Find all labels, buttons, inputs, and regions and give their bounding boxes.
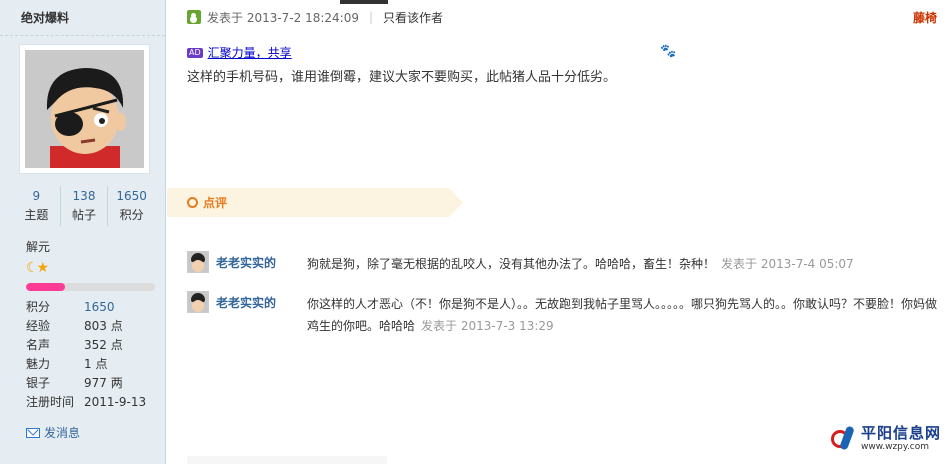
send-message-link[interactable]: 发消息 xyxy=(26,424,80,441)
info-key: 积分 xyxy=(26,300,51,314)
avatar-image xyxy=(25,50,144,168)
ad-line: AD 汇聚力量，共享 xyxy=(187,44,292,61)
rank-title: 解元 xyxy=(26,240,51,254)
info-row-charm: 魅力 1 点 xyxy=(26,355,161,374)
info-value[interactable]: 1650 xyxy=(84,298,115,317)
comment-section-label: 点评 xyxy=(203,196,228,210)
author-info-list: 积分 1650 经验 803 点 名声 352 点 魅力 1 点 银子 977 … xyxy=(26,298,161,412)
comment-time: 发表于 2013-7-3 13:29 xyxy=(421,319,554,333)
rank-progress-fill xyxy=(26,283,65,291)
separator: | xyxy=(369,10,374,24)
watermark-name: 平阳信息网 xyxy=(860,424,941,442)
info-key: 经验 xyxy=(26,319,51,333)
author-stats: 9 主题 138 帖子 1650 积分 xyxy=(13,186,155,226)
post-content: 这样的手机号码，谁用谁倒霉，建议大家不要购买，此帖猪人品十分低劣。 xyxy=(187,70,617,85)
info-row-register-date: 注册时间 2011-9-13 xyxy=(26,393,161,412)
watermark: 平阳信息网 www.wzpy.com xyxy=(829,424,941,452)
info-key: 魅力 xyxy=(26,357,51,371)
info-key: 名声 xyxy=(26,338,51,352)
rank-progress-bar xyxy=(26,283,155,291)
stat-points[interactable]: 1650 积分 xyxy=(107,186,155,226)
avatar-frame[interactable] xyxy=(19,44,150,174)
ad-link[interactable]: 汇聚力量，共享 xyxy=(208,44,292,61)
post-published-time: 发表于 2013-7-2 18:24:09 xyxy=(207,10,359,25)
stat-posts-count[interactable]: 138 xyxy=(61,186,108,206)
ad-badge: AD xyxy=(187,47,203,58)
stat-posts[interactable]: 138 帖子 xyxy=(59,186,108,226)
info-value: 977 两 xyxy=(84,376,123,390)
info-row-experience: 经验 803 点 xyxy=(26,317,161,336)
floor-label[interactable]: 藤椅 xyxy=(913,9,937,26)
comment-user[interactable]: 老老实实的 xyxy=(216,294,276,311)
stat-posts-label: 帖子 xyxy=(72,208,97,222)
comment-section-header: 点评 xyxy=(167,188,463,217)
comment-avatar[interactable] xyxy=(187,251,209,273)
watermark-url: www.wzpy.com xyxy=(860,442,930,452)
author-only-link[interactable]: 只看该作者 xyxy=(383,9,443,26)
online-status-icon xyxy=(187,10,201,24)
comment-avatar[interactable] xyxy=(187,291,209,313)
comment-time: 发表于 2013-7-4 05:07 xyxy=(721,257,854,271)
send-message-label[interactable]: 发消息 xyxy=(44,424,80,441)
paw-icon[interactable]: 🐾 xyxy=(660,44,676,59)
info-value: 1 点 xyxy=(84,357,108,371)
stat-threads-label: 主题 xyxy=(24,208,49,222)
info-row-reputation: 名声 352 点 xyxy=(26,336,161,355)
info-key: 注册时间 xyxy=(26,395,75,409)
info-key: 银子 xyxy=(26,376,51,390)
author-name[interactable]: 绝对爆料 xyxy=(0,0,165,36)
stat-points-label: 积分 xyxy=(119,208,144,222)
info-value: 803 点 xyxy=(84,319,123,333)
info-row-silver: 银子 977 两 xyxy=(26,374,161,393)
stat-points-count[interactable]: 1650 xyxy=(108,186,155,206)
info-value: 2011-9-13 xyxy=(84,395,147,409)
avatar[interactable] xyxy=(25,50,144,168)
post-action-bar xyxy=(187,456,387,464)
rank-moon-star-icon: ☾★ xyxy=(26,260,49,276)
author-sidebar: 绝对爆料 9 主题 138 帖子 1650 积分 解元 ☾★ 积分 1650 经… xyxy=(0,0,166,464)
stat-threads[interactable]: 9 主题 xyxy=(13,186,60,226)
info-row-points: 积分 1650 xyxy=(26,298,161,317)
comment-body: 你这样的人才恶心（不！你是狗不是人）。。无故跑到我帖子里骂人。。。。。哪只狗先骂… xyxy=(307,293,947,337)
stat-threads-count[interactable]: 9 xyxy=(13,186,60,206)
watermark-text: 平阳信息网 www.wzpy.com xyxy=(861,424,941,452)
comment-body: 狗就是狗，除了毫无根据的乱咬人，没有其他办法了。哈哈哈，畜生！杂种！ 发表于 20… xyxy=(307,253,947,275)
info-value: 352 点 xyxy=(84,338,123,352)
comment-text: 狗就是狗，除了毫无根据的乱咬人，没有其他办法了。哈哈哈，畜生！杂种！ xyxy=(307,257,716,271)
post-header: 发表于 2013-7-2 18:24:09 | 只看该作者 xyxy=(187,8,443,26)
comment-user[interactable]: 老老实实的 xyxy=(216,254,276,271)
post-main: 发表于 2013-7-2 18:24:09 | 只看该作者 藤椅 AD 汇聚力量… xyxy=(167,0,949,464)
comment-text: 你这样的人才恶心（不！你是狗不是人）。。无故跑到我帖子里骂人。。。。。哪只狗先骂… xyxy=(307,297,938,333)
watermark-logo-icon xyxy=(829,424,857,452)
circle-icon xyxy=(187,197,198,208)
envelope-icon xyxy=(26,427,40,438)
